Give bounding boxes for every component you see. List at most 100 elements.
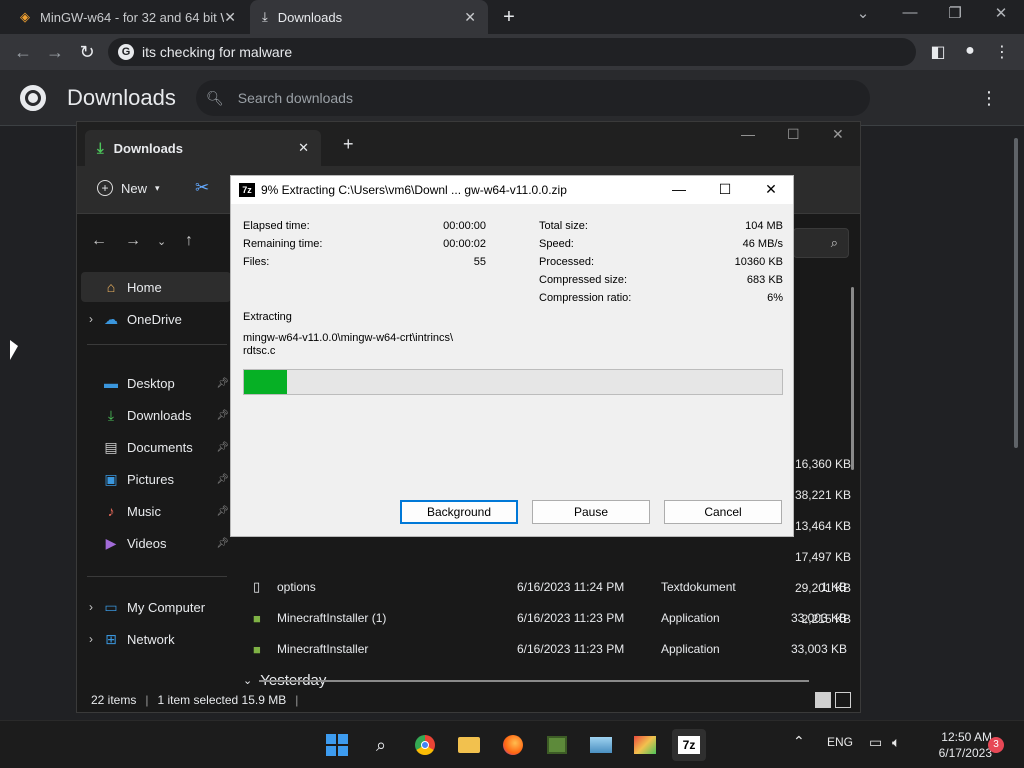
file-size: 38,221 KB xyxy=(794,488,851,502)
nav-item-network[interactable]: › ⊞ Network xyxy=(81,624,231,654)
cut-icon[interactable]: ✂ xyxy=(195,178,209,198)
nav-item-downloads[interactable]: ⤓ Downloads 📌︎ xyxy=(81,400,231,430)
forward-icon[interactable]: → xyxy=(125,232,141,250)
mouse-cursor-icon xyxy=(10,340,18,360)
speed-value: 46 MB/s xyxy=(742,238,783,250)
close-window-icon[interactable]: ✕ xyxy=(832,126,844,143)
desktop-icon: ▬ xyxy=(104,375,118,391)
pin-icon: 📌︎ xyxy=(216,441,229,453)
tiles-view-icon[interactable] xyxy=(835,692,851,708)
search-downloads-input[interactable]: 🔍︎ Search downloads xyxy=(196,80,870,116)
close-window-icon[interactable]: ✕ xyxy=(989,4,1013,22)
network-tray-icon[interactable]: ▭ xyxy=(869,734,882,751)
minimize-icon[interactable]: — xyxy=(741,126,755,142)
current-file-path: mingw-w64-v11.0.0\mingw-w64-crt\intrincs… xyxy=(243,332,454,344)
page-scrollbar[interactable] xyxy=(1012,128,1020,716)
vertical-scrollbar[interactable] xyxy=(851,287,854,470)
divider xyxy=(87,576,227,577)
nav-item-home[interactable]: ⌂ Home xyxy=(81,272,231,302)
chrome-icon[interactable] xyxy=(408,729,442,761)
table-row[interactable]: ■ MinecraftInstaller (1) 6/16/2023 11:23… xyxy=(253,604,853,632)
close-icon[interactable]: ✕ xyxy=(761,181,781,198)
pause-button[interactable]: Pause xyxy=(532,500,650,524)
new-button[interactable]: + New ▾ xyxy=(97,180,160,196)
browser-tab-strip: ◈ MinGW-w64 - for 32 and 64 bit W ✕ ⤓ Do… xyxy=(0,0,1024,34)
nav-item-videos[interactable]: ▶ Videos 📌︎ xyxy=(81,528,231,558)
minecraft-launcher-icon[interactable] xyxy=(540,729,574,761)
chevron-right-icon[interactable]: › xyxy=(81,600,101,614)
file-date: 6/16/2023 11:24 PM xyxy=(517,580,625,594)
nav-item-desktop[interactable]: ▬ Desktop 📌︎ xyxy=(81,368,231,398)
recent-locations-icon[interactable]: ⌄ xyxy=(157,235,166,248)
processed-label: Processed: xyxy=(539,256,595,268)
chevron-right-icon[interactable]: › xyxy=(81,312,101,326)
close-tab-icon[interactable]: ✕ xyxy=(298,140,309,156)
file-explorer-icon[interactable] xyxy=(452,729,486,761)
file-date: 6/16/2023 11:23 PM xyxy=(517,642,625,656)
minecraft-icon: ■ xyxy=(253,641,261,657)
chrome-logo-icon xyxy=(20,85,46,111)
maximize-icon[interactable]: ☐ xyxy=(715,181,735,198)
new-tab-button[interactable]: + xyxy=(343,134,354,155)
menu-icon[interactable]: ⋮ xyxy=(992,42,1012,62)
show-hidden-icons-icon[interactable]: ⌃ xyxy=(793,733,805,750)
new-tab-button[interactable]: + xyxy=(498,6,520,29)
reload-icon[interactable]: ↻ xyxy=(76,41,98,63)
minimize-icon[interactable]: — xyxy=(898,4,922,21)
firefox-icon[interactable] xyxy=(496,729,530,761)
file-size: 13,464 KB xyxy=(794,519,851,533)
background-button[interactable]: Background xyxy=(400,500,518,524)
details-view-icon[interactable] xyxy=(815,692,831,708)
nav-item-documents[interactable]: ▤ Documents 📌︎ xyxy=(81,432,231,462)
pictures-icon: ▣ xyxy=(104,470,118,487)
close-tab-icon[interactable]: ✕ xyxy=(224,9,236,26)
side-panel-icon[interactable]: ◧ xyxy=(928,42,948,62)
notification-badge[interactable]: 3 xyxy=(988,737,1004,753)
horizontal-scrollbar[interactable] xyxy=(259,680,809,682)
tab-title: Downloads xyxy=(277,9,343,25)
minimize-icon[interactable]: — xyxy=(669,181,689,197)
nav-item-my-computer[interactable]: › ▭ My Computer xyxy=(81,592,231,622)
chevron-right-icon[interactable]: › xyxy=(81,632,101,646)
start-button[interactable] xyxy=(320,729,354,761)
nav-label: Network xyxy=(127,631,175,647)
address-bar[interactable]: G its checking for malware xyxy=(108,38,916,66)
restore-icon[interactable]: ❐ xyxy=(943,4,967,22)
nav-label: My Computer xyxy=(127,599,206,615)
cancel-button[interactable]: Cancel xyxy=(664,500,782,524)
up-icon[interactable]: ↑ xyxy=(185,232,193,250)
cloud-icon: ☁ xyxy=(104,310,118,327)
taskbar: ⌕ 7z ⌃ ENG ▭ 🔈︎ 12:50 AM 6/17/2023 3 xyxy=(0,720,1024,768)
table-row[interactable]: ■ MinecraftInstaller 6/16/2023 11:23 PM … xyxy=(253,635,853,663)
profile-icon[interactable]: ● xyxy=(960,42,980,60)
clock[interactable]: 12:50 AM 6/17/2023 xyxy=(916,729,992,761)
back-icon[interactable]: ← xyxy=(91,232,107,250)
language-indicator[interactable]: ENG xyxy=(827,735,853,749)
search-icon[interactable]: ⌕ xyxy=(364,729,398,761)
scrollbar-thumb[interactable] xyxy=(1014,138,1018,448)
explorer-search-input[interactable]: ⌕ xyxy=(793,228,849,258)
remaining-label: Remaining time: xyxy=(243,238,323,250)
text-file-icon: ▯ xyxy=(253,579,261,594)
downloads-menu-icon[interactable]: ⋮ xyxy=(980,88,998,109)
elapsed-label: Elapsed time: xyxy=(243,220,310,232)
nav-item-onedrive[interactable]: › ☁ OneDrive xyxy=(81,304,231,334)
explorer-tab-downloads[interactable]: ⤓ Downloads ✕ xyxy=(85,130,321,166)
volume-icon[interactable]: 🔈︎ xyxy=(892,734,900,751)
file-name: MinecraftInstaller xyxy=(277,642,369,656)
tab-search-icon[interactable]: ⌄ xyxy=(851,4,875,22)
image-viewer-icon[interactable] xyxy=(584,729,618,761)
close-tab-icon[interactable]: ✕ xyxy=(464,9,476,26)
minecraft-icon: ■ xyxy=(253,610,261,626)
forward-icon[interactable]: → xyxy=(44,41,66,63)
nav-item-music[interactable]: ♪ Music 📌︎ xyxy=(81,496,231,526)
paint-icon[interactable] xyxy=(628,729,662,761)
maximize-icon[interactable]: ☐ xyxy=(787,126,800,143)
7zip-taskbar-icon[interactable]: 7z xyxy=(672,729,706,761)
nav-item-pictures[interactable]: ▣ Pictures 📌︎ xyxy=(81,464,231,494)
back-icon[interactable]: ← xyxy=(12,41,34,63)
download-icon: ⤓ xyxy=(107,406,115,423)
tab-mingw[interactable]: ◈ MinGW-w64 - for 32 and 64 bit W ✕ xyxy=(8,0,248,34)
table-row[interactable]: ▯ options 6/16/2023 11:24 PM Textdokumen… xyxy=(253,573,853,601)
tab-downloads[interactable]: ⤓ Downloads ✕ xyxy=(250,0,488,34)
